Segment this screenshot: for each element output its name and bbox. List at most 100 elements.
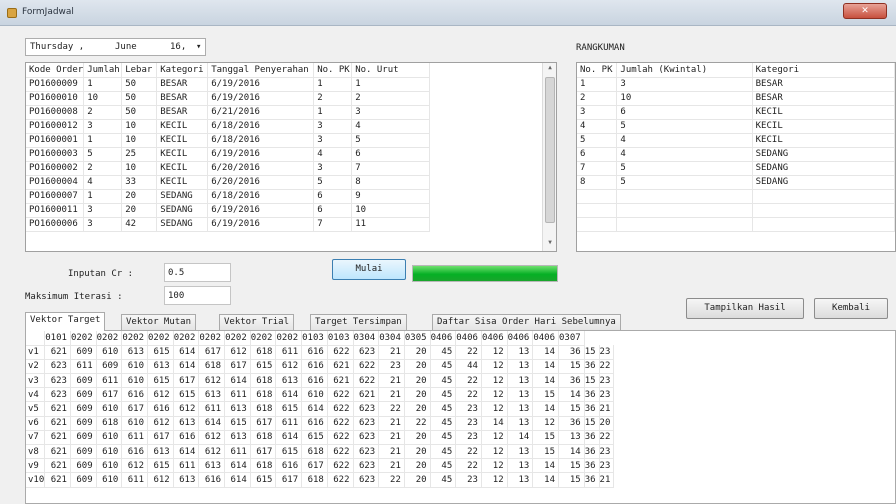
rangkuman-cell[interactable]: 5	[616, 175, 753, 190]
vektor-column-header[interactable]	[26, 331, 46, 346]
rangkuman-cell[interactable]: SEDANG	[752, 161, 895, 176]
vektor-cell[interactable]: 36	[584, 458, 600, 474]
vektor-cell[interactable]: 611	[198, 401, 226, 417]
orders-cell[interactable]: 2	[83, 105, 123, 120]
vektor-cell[interactable]: 13	[507, 444, 534, 460]
vektor-cell[interactable]: 615	[173, 387, 200, 403]
vektor-cell[interactable]: 623	[353, 416, 380, 431]
vektor-cell[interactable]: 609	[70, 373, 97, 389]
vektor-cell[interactable]: 23	[599, 444, 615, 460]
vektor-cell[interactable]: 613	[198, 458, 226, 474]
vektor-column-header[interactable]: 0307	[558, 331, 585, 346]
vektor-cell[interactable]: 21	[378, 430, 405, 446]
orders-cell[interactable]: 10	[83, 91, 123, 106]
tab-target-tersimpan[interactable]: Target Tersimpan	[310, 314, 407, 330]
vektor-cell[interactable]: 22	[455, 373, 482, 389]
vektor-cell[interactable]: 45	[430, 387, 457, 403]
vektor-cell[interactable]: 611	[173, 458, 200, 474]
orders-cell[interactable]: PO1600007	[26, 189, 85, 204]
orders-row[interactable]: PO1600007 1 20 SEDANG 6/18/2016 6 9	[26, 189, 431, 204]
vektor-cell[interactable]: 22	[378, 472, 405, 488]
vektor-cell[interactable]: 45	[430, 458, 457, 474]
vektor-cell[interactable]: 21	[378, 416, 405, 431]
vektor-cell[interactable]: 13	[507, 345, 534, 360]
kembali-button[interactable]: Kembali	[814, 298, 888, 319]
vektor-cell[interactable]: 615	[147, 458, 174, 474]
vektor-cell[interactable]: 15	[584, 416, 600, 431]
rangkuman-cell[interactable]: 3	[577, 105, 618, 120]
orders-row[interactable]: PO1600003 5 25 KECIL 6/19/2016 4 6	[26, 147, 431, 162]
iterasi-input[interactable]: 100	[164, 286, 231, 305]
vektor-cell[interactable]: 15	[532, 387, 560, 403]
rangkuman-cell[interactable]: SEDANG	[752, 175, 895, 190]
orders-cell[interactable]: 3	[351, 105, 431, 120]
vektor-cell[interactable]: 616	[301, 345, 328, 360]
vektor-cell[interactable]: 609	[70, 430, 97, 446]
rangkuman-row[interactable]: 3 6 KECIL	[577, 105, 895, 120]
vektor-cell[interactable]: 21	[378, 345, 405, 360]
tab-vektor-target[interactable]: Vektor Target	[25, 312, 106, 331]
vektor-cell[interactable]: 14	[558, 444, 585, 460]
rangkuman-cell[interactable]: 10	[616, 91, 753, 106]
orders-cell[interactable]: PO1600004	[26, 175, 85, 190]
vektor-cell[interactable]: 12	[481, 430, 508, 446]
vektor-row[interactable]: v4 623 609 617 616 612 615 613 611 618 614 610 622 62…	[26, 387, 615, 403]
vektor-cell[interactable]: 15	[558, 472, 585, 488]
orders-cell[interactable]: 42	[121, 217, 158, 232]
vektor-cell[interactable]: 617	[275, 472, 303, 488]
orders-cell[interactable]: 6/18/2016	[207, 189, 315, 204]
vektor-target-grid[interactable]: 0101 0202 0202 0202 0202 0202 0202 0202 0202 0202…	[25, 330, 896, 504]
vektor-cell[interactable]: 609	[70, 416, 97, 431]
vektor-row[interactable]: v6 621 609 618 610 612 613 614 615 617 611 616 622 62…	[26, 416, 615, 431]
vektor-cell[interactable]: 14	[532, 458, 560, 474]
vektor-cell[interactable]: v1	[26, 345, 46, 360]
vektor-cell[interactable]: 622	[353, 359, 380, 375]
vektor-cell[interactable]: 611	[121, 472, 149, 488]
vektor-cell[interactable]: 621	[44, 458, 71, 474]
orders-cell[interactable]: 1	[83, 77, 123, 92]
vektor-cell[interactable]: 623	[353, 345, 380, 360]
orders-cell[interactable]: 2	[351, 91, 431, 106]
orders-cell[interactable]: 1	[313, 105, 353, 120]
vektor-cell[interactable]: 15	[584, 345, 600, 360]
vektor-cell[interactable]: 622	[353, 373, 380, 389]
vektor-cell[interactable]: 621	[44, 401, 71, 417]
vektor-cell[interactable]: 613	[275, 373, 303, 389]
rangkuman-cell[interactable]: 5	[616, 161, 753, 176]
vektor-cell[interactable]: 616	[275, 458, 303, 474]
orders-cell[interactable]: 4	[313, 147, 353, 162]
vektor-column-header[interactable]: 0103	[327, 331, 354, 346]
orders-cell[interactable]: 2	[313, 91, 353, 106]
vektor-cell[interactable]: 12	[481, 387, 508, 403]
vektor-cell[interactable]: 36	[584, 444, 600, 460]
orders-column-header[interactable]: Kategori	[156, 63, 209, 78]
vektor-cell[interactable]: 614	[275, 387, 303, 403]
vektor-column-header[interactable]: 0202	[250, 331, 277, 346]
orders-cell[interactable]: KECIL	[156, 119, 209, 134]
orders-cell[interactable]: 6/18/2016	[207, 133, 315, 148]
rangkuman-cell[interactable]: 3	[616, 77, 753, 92]
vektor-cell[interactable]: 36	[584, 387, 600, 403]
orders-cell[interactable]: SEDANG	[156, 217, 209, 232]
vektor-cell[interactable]: 610	[96, 472, 123, 488]
rangkuman-row[interactable]: 4 5 KECIL	[577, 119, 895, 134]
orders-cell[interactable]: BESAR	[156, 91, 209, 106]
orders-cell[interactable]: 33	[121, 175, 158, 190]
vektor-cell[interactable]: 618	[250, 373, 277, 389]
vektor-column-header[interactable]: 0202	[173, 331, 200, 346]
vektor-cell[interactable]: 618	[250, 401, 277, 417]
vektor-cell[interactable]: 622	[327, 401, 354, 417]
orders-cell[interactable]: KECIL	[156, 133, 209, 148]
vektor-cell[interactable]: 13	[507, 458, 534, 474]
orders-cell[interactable]: 6/19/2016	[207, 203, 315, 218]
vektor-cell[interactable]: 615	[147, 373, 174, 389]
vektor-cell[interactable]: 611	[224, 444, 251, 460]
vektor-cell[interactable]: 615	[250, 472, 277, 488]
vektor-cell[interactable]: 614	[198, 416, 226, 431]
vektor-cell[interactable]: 611	[275, 416, 303, 431]
orders-cell[interactable]: 50	[121, 105, 158, 120]
vektor-cell[interactable]: v7	[26, 430, 46, 446]
vektor-cell[interactable]: 614	[224, 472, 251, 488]
vektor-column-header[interactable]: 0304	[353, 331, 380, 346]
vektor-cell[interactable]: 622	[327, 430, 354, 446]
